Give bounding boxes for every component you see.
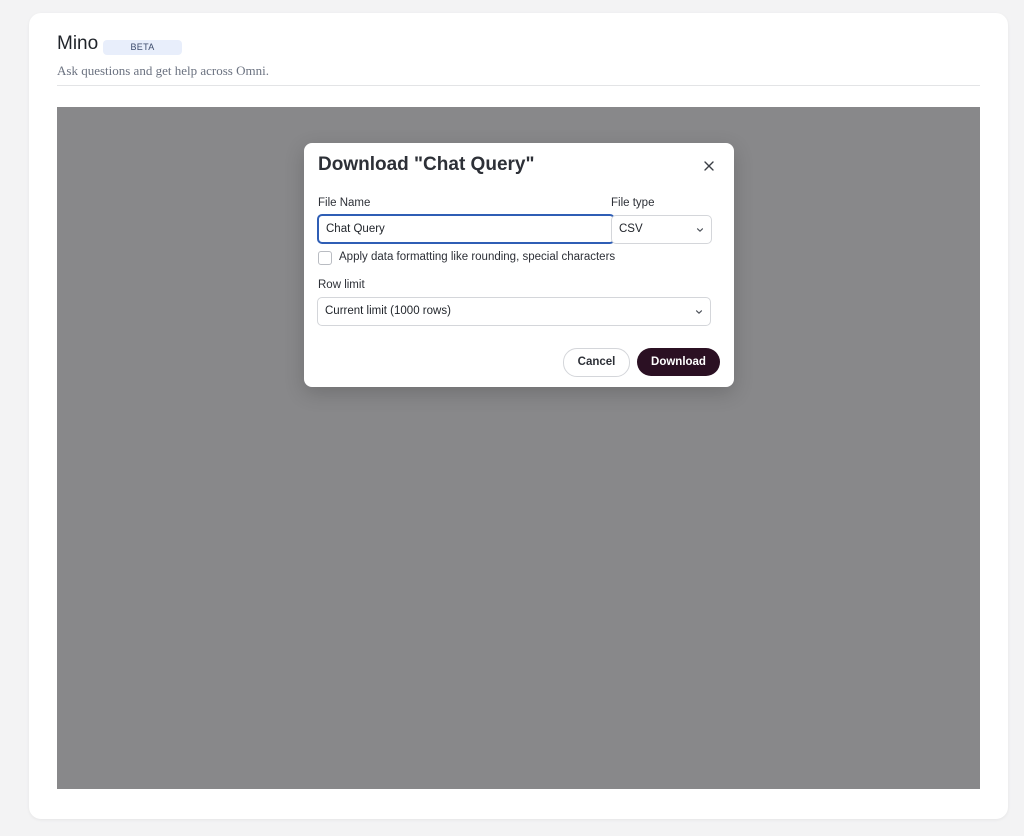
header-divider (57, 85, 980, 86)
app-title: Mino (57, 33, 99, 54)
row-limit-value: Current limit (1000 rows) (325, 305, 451, 317)
download-button[interactable]: Download (637, 348, 720, 376)
apply-formatting-checkbox[interactable] (318, 251, 332, 265)
file-type-select[interactable]: CSV (611, 215, 712, 244)
close-button[interactable] (700, 157, 718, 175)
apply-formatting-label: Apply data formatting like rounding, spe… (339, 251, 616, 263)
download-dialog: Download "Chat Query" File Name File typ… (304, 143, 734, 387)
file-name-label: File Name (318, 197, 371, 209)
file-name-input[interactable]: Chat Query (317, 214, 615, 244)
app-subtitle: Ask questions and get help across Omni. (57, 63, 269, 78)
close-icon (704, 161, 714, 171)
row-limit-select[interactable]: Current limit (1000 rows) (317, 297, 711, 326)
mino-panel: Mino BETA Ask questions and get help acr… (29, 13, 1008, 819)
file-type-label: File type (611, 197, 655, 209)
beta-badge: BETA (103, 40, 182, 55)
cancel-button[interactable]: Cancel (563, 348, 630, 377)
file-type-value: CSV (619, 223, 643, 235)
dialog-title: Download "Chat Query" (318, 154, 535, 175)
chevron-down-icon (696, 228, 704, 232)
chevron-down-icon (695, 310, 703, 314)
row-limit-label: Row limit (318, 279, 365, 291)
